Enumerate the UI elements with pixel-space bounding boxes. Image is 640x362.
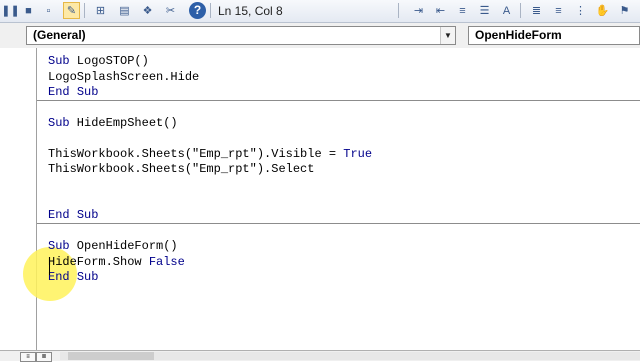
list-members-icon[interactable]: ≡ (454, 2, 471, 19)
text-caret (49, 261, 50, 275)
design-mode-icon[interactable]: ✎ (63, 2, 80, 19)
full-module-view-button[interactable]: ≣ (36, 352, 52, 362)
code-line[interactable]: LogoSplashScreen.Hide (48, 70, 199, 84)
reset-icon[interactable]: ▫ (40, 2, 57, 19)
code-line[interactable]: HideForm.Show False (48, 255, 185, 269)
object-browser-icon[interactable]: ❖ (139, 2, 156, 19)
code-line[interactable]: End Sub (48, 208, 98, 222)
bottom-bar: ≡ ≣ (0, 350, 640, 362)
margin-indicator-bar[interactable] (0, 48, 37, 350)
code-line[interactable]: Sub HideEmpSheet() (48, 116, 178, 130)
object-dropdown-value: (General) (33, 28, 86, 42)
horizontal-scrollbar-thumb[interactable] (68, 352, 154, 360)
code-line[interactable]: Sub OpenHideForm() (48, 239, 178, 253)
toolbox-icon[interactable]: ✂ (162, 2, 179, 19)
code-line[interactable]: End Sub (48, 85, 98, 99)
cursor-position-status: Ln 15, Col 8 (218, 4, 283, 18)
indent-icon[interactable]: ⇥ (410, 2, 427, 19)
code-line[interactable]: Sub LogoSTOP() (48, 54, 149, 68)
object-dropdown[interactable]: (General) ▼ (26, 26, 456, 45)
parameter-info-icon[interactable]: ≣ (528, 2, 545, 19)
toggle-breakpoint-icon[interactable]: ⋮ (572, 2, 589, 19)
code-line[interactable]: ThisWorkbook.Sheets("Emp_rpt").Visible =… (48, 147, 372, 161)
quick-info-icon[interactable]: A (498, 2, 515, 19)
procedure-dropdown-value: OpenHideForm (475, 28, 562, 42)
stop-icon[interactable]: ■ (20, 2, 37, 19)
comment-block-icon[interactable]: ✋ (594, 2, 611, 19)
code-window-header: (General) ▼ OpenHideForm (0, 23, 640, 48)
procedure-separator (37, 223, 640, 224)
code-line[interactable]: ThisWorkbook.Sheets("Emp_rpt").Select (48, 162, 314, 176)
properties-icon[interactable]: ▤ (116, 2, 133, 19)
help-icon[interactable]: ? (189, 2, 206, 19)
complete-word-icon[interactable]: ≡ (550, 2, 567, 19)
procedure-dropdown[interactable]: OpenHideForm (468, 26, 640, 45)
pause-icon[interactable]: ❚❚ (1, 2, 19, 19)
procedure-separator (37, 100, 640, 101)
code-line[interactable]: End Sub (48, 270, 98, 284)
list-constants-icon[interactable]: ☰ (476, 2, 493, 19)
bookmark-icon[interactable]: ⚑ (616, 2, 633, 19)
standard-toolbar: ❚❚ ■ ▫ ✎ ⊞ ▤ ❖ ✂ ? Ln 15, Col 8 ⇥ ⇤ ≡ ☰ … (0, 0, 640, 23)
code-pane[interactable]: Sub LogoSTOP() LogoSplashScreen.Hide End… (0, 48, 640, 350)
procedure-view-button[interactable]: ≡ (20, 352, 36, 362)
outdent-icon[interactable]: ⇤ (432, 2, 449, 19)
chevron-down-icon[interactable]: ▼ (440, 27, 455, 44)
project-explorer-icon[interactable]: ⊞ (92, 2, 109, 19)
